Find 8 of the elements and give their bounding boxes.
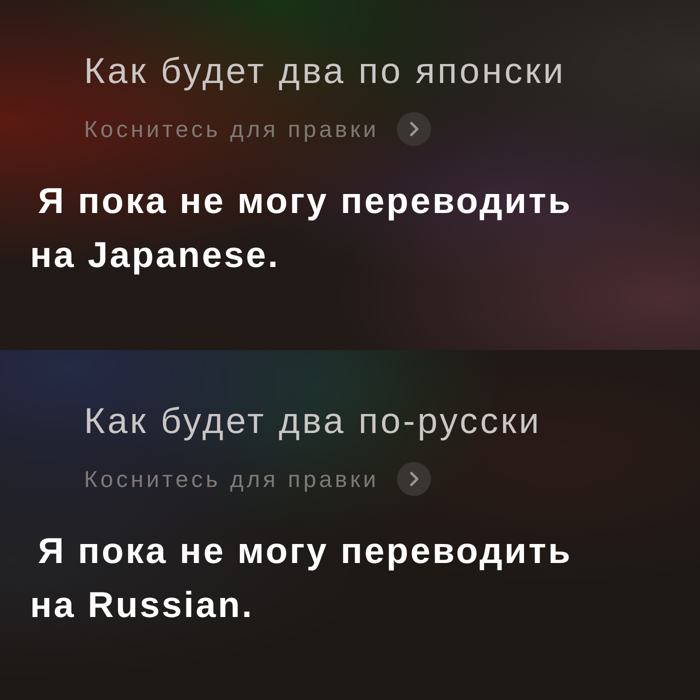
spoken-query: Как будет два по японски <box>84 49 566 93</box>
chevron-icon <box>397 462 432 496</box>
tap-to-edit-button[interactable]: Коснитесь для правки <box>84 112 432 146</box>
chevron-icon <box>397 112 432 146</box>
tap-to-edit-button[interactable]: Коснитесь для правки <box>84 462 432 496</box>
siri-response: Я пока не могу переводить на Russian. <box>30 529 574 627</box>
spoken-query: Как будет два по-русски <box>84 399 542 443</box>
siri-response: Я пока не могу переводить на Japanese. <box>30 179 574 277</box>
